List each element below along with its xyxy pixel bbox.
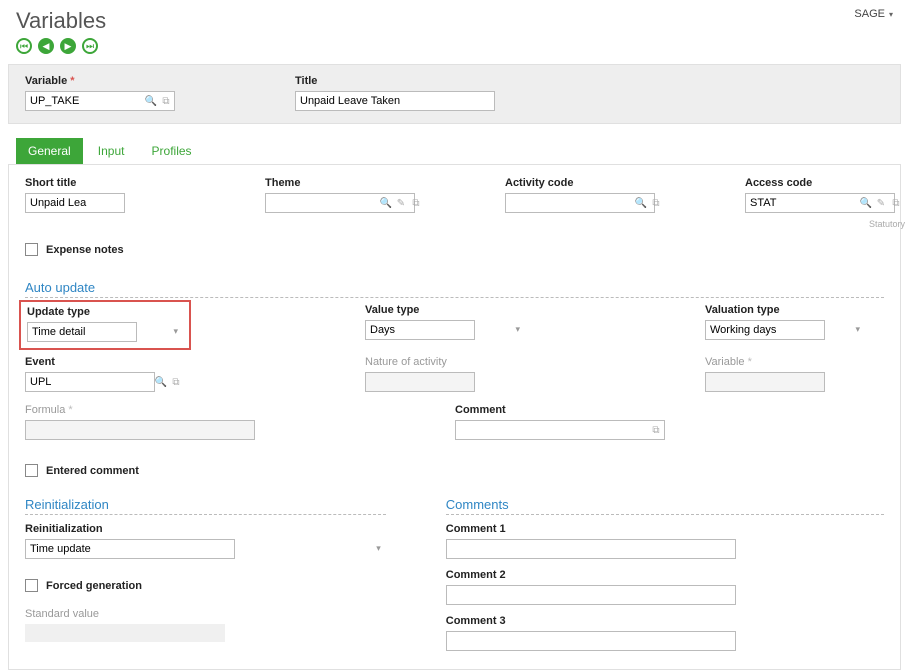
reinit-section-title: Reinitialization (25, 497, 386, 515)
chevron-down-icon (889, 8, 893, 20)
value-type-select[interactable] (365, 320, 475, 340)
link-icon[interactable]: ⧉ (649, 196, 663, 210)
reinit-label: Reinitialization (25, 523, 386, 535)
search-icon[interactable]: 🔍 (144, 94, 158, 108)
access-code-note: Statutory (745, 219, 905, 229)
sage-menu[interactable]: SAGE (854, 8, 893, 20)
reinit-select[interactable] (25, 539, 235, 559)
search-icon[interactable]: 🔍 (154, 375, 168, 389)
tab-profiles[interactable]: Profiles (140, 138, 204, 164)
link-icon[interactable]: ⧉ (409, 196, 423, 210)
comment3-input[interactable] (446, 631, 736, 651)
nature-label: Nature of activity (365, 356, 525, 368)
formula-label: Formula (25, 404, 255, 416)
nav-prev-icon[interactable]: ◀ (38, 38, 54, 54)
standard-value-label: Standard value (25, 608, 386, 620)
valuation-type-select[interactable] (705, 320, 825, 340)
comments-section-title: Comments (446, 497, 884, 515)
standard-value-display (25, 624, 225, 642)
variable2-label: Variable (705, 356, 865, 368)
short-title-label: Short title (25, 177, 185, 189)
nav-last-icon[interactable]: ⏭ (82, 38, 98, 54)
comment1-label: Comment 1 (446, 523, 884, 535)
activity-code-label: Activity code (505, 177, 665, 189)
edit-icon[interactable]: ✎ (874, 196, 888, 210)
title-label: Title (295, 75, 495, 87)
link-icon[interactable]: ⧉ (889, 196, 903, 210)
theme-label: Theme (265, 177, 425, 189)
nav-first-icon[interactable]: ⏮ (16, 38, 32, 54)
update-type-label: Update type (27, 306, 183, 318)
formula-input (25, 420, 255, 440)
tab-general[interactable]: General (16, 138, 83, 164)
title-input[interactable] (295, 91, 495, 111)
nature-input (365, 372, 475, 392)
edit-icon[interactable]: ✎ (394, 196, 408, 210)
tab-input[interactable]: Input (86, 138, 137, 164)
entered-comment-checkbox[interactable] (25, 464, 38, 477)
activity-code-input[interactable] (505, 193, 655, 213)
link-icon[interactable]: ⧉ (169, 375, 183, 389)
comment1-input[interactable] (446, 539, 736, 559)
event-label: Event (25, 356, 185, 368)
header-fields-bar: Variable 🔍 ⧉ Title (8, 64, 901, 124)
link-icon[interactable]: ⧉ (649, 423, 663, 437)
forced-generation-label: Forced generation (46, 580, 142, 592)
update-type-highlight: Update type (19, 300, 191, 350)
entered-comment-label: Entered comment (46, 465, 139, 477)
access-code-label: Access code (745, 177, 905, 189)
comment3-label: Comment 3 (446, 615, 884, 627)
forced-generation-checkbox[interactable] (25, 579, 38, 592)
comment-label: Comment (455, 404, 665, 416)
expense-notes-checkbox[interactable] (25, 243, 38, 256)
expense-notes-label: Expense notes (46, 244, 124, 256)
variable2-input (705, 372, 825, 392)
valuation-type-label: Valuation type (705, 304, 865, 316)
update-type-select[interactable] (27, 322, 137, 342)
comment2-label: Comment 2 (446, 569, 884, 581)
sage-menu-label: SAGE (854, 8, 885, 20)
link-icon[interactable]: ⧉ (159, 94, 173, 108)
event-input[interactable] (25, 372, 155, 392)
general-panel: Short title Theme 🔍 ✎ ⧉ Activity code 🔍 … (8, 164, 901, 670)
comment-input[interactable] (455, 420, 665, 440)
search-icon[interactable]: 🔍 (379, 196, 393, 210)
short-title-input[interactable] (25, 193, 125, 213)
auto-update-section-title: Auto update (25, 280, 884, 298)
search-icon[interactable]: 🔍 (634, 196, 648, 210)
comment2-input[interactable] (446, 585, 736, 605)
value-type-label: Value type (365, 304, 525, 316)
nav-next-icon[interactable]: ▶ (60, 38, 76, 54)
variable-label: Variable (25, 75, 175, 87)
search-icon[interactable]: 🔍 (859, 196, 873, 210)
page-title: Variables (16, 8, 106, 34)
